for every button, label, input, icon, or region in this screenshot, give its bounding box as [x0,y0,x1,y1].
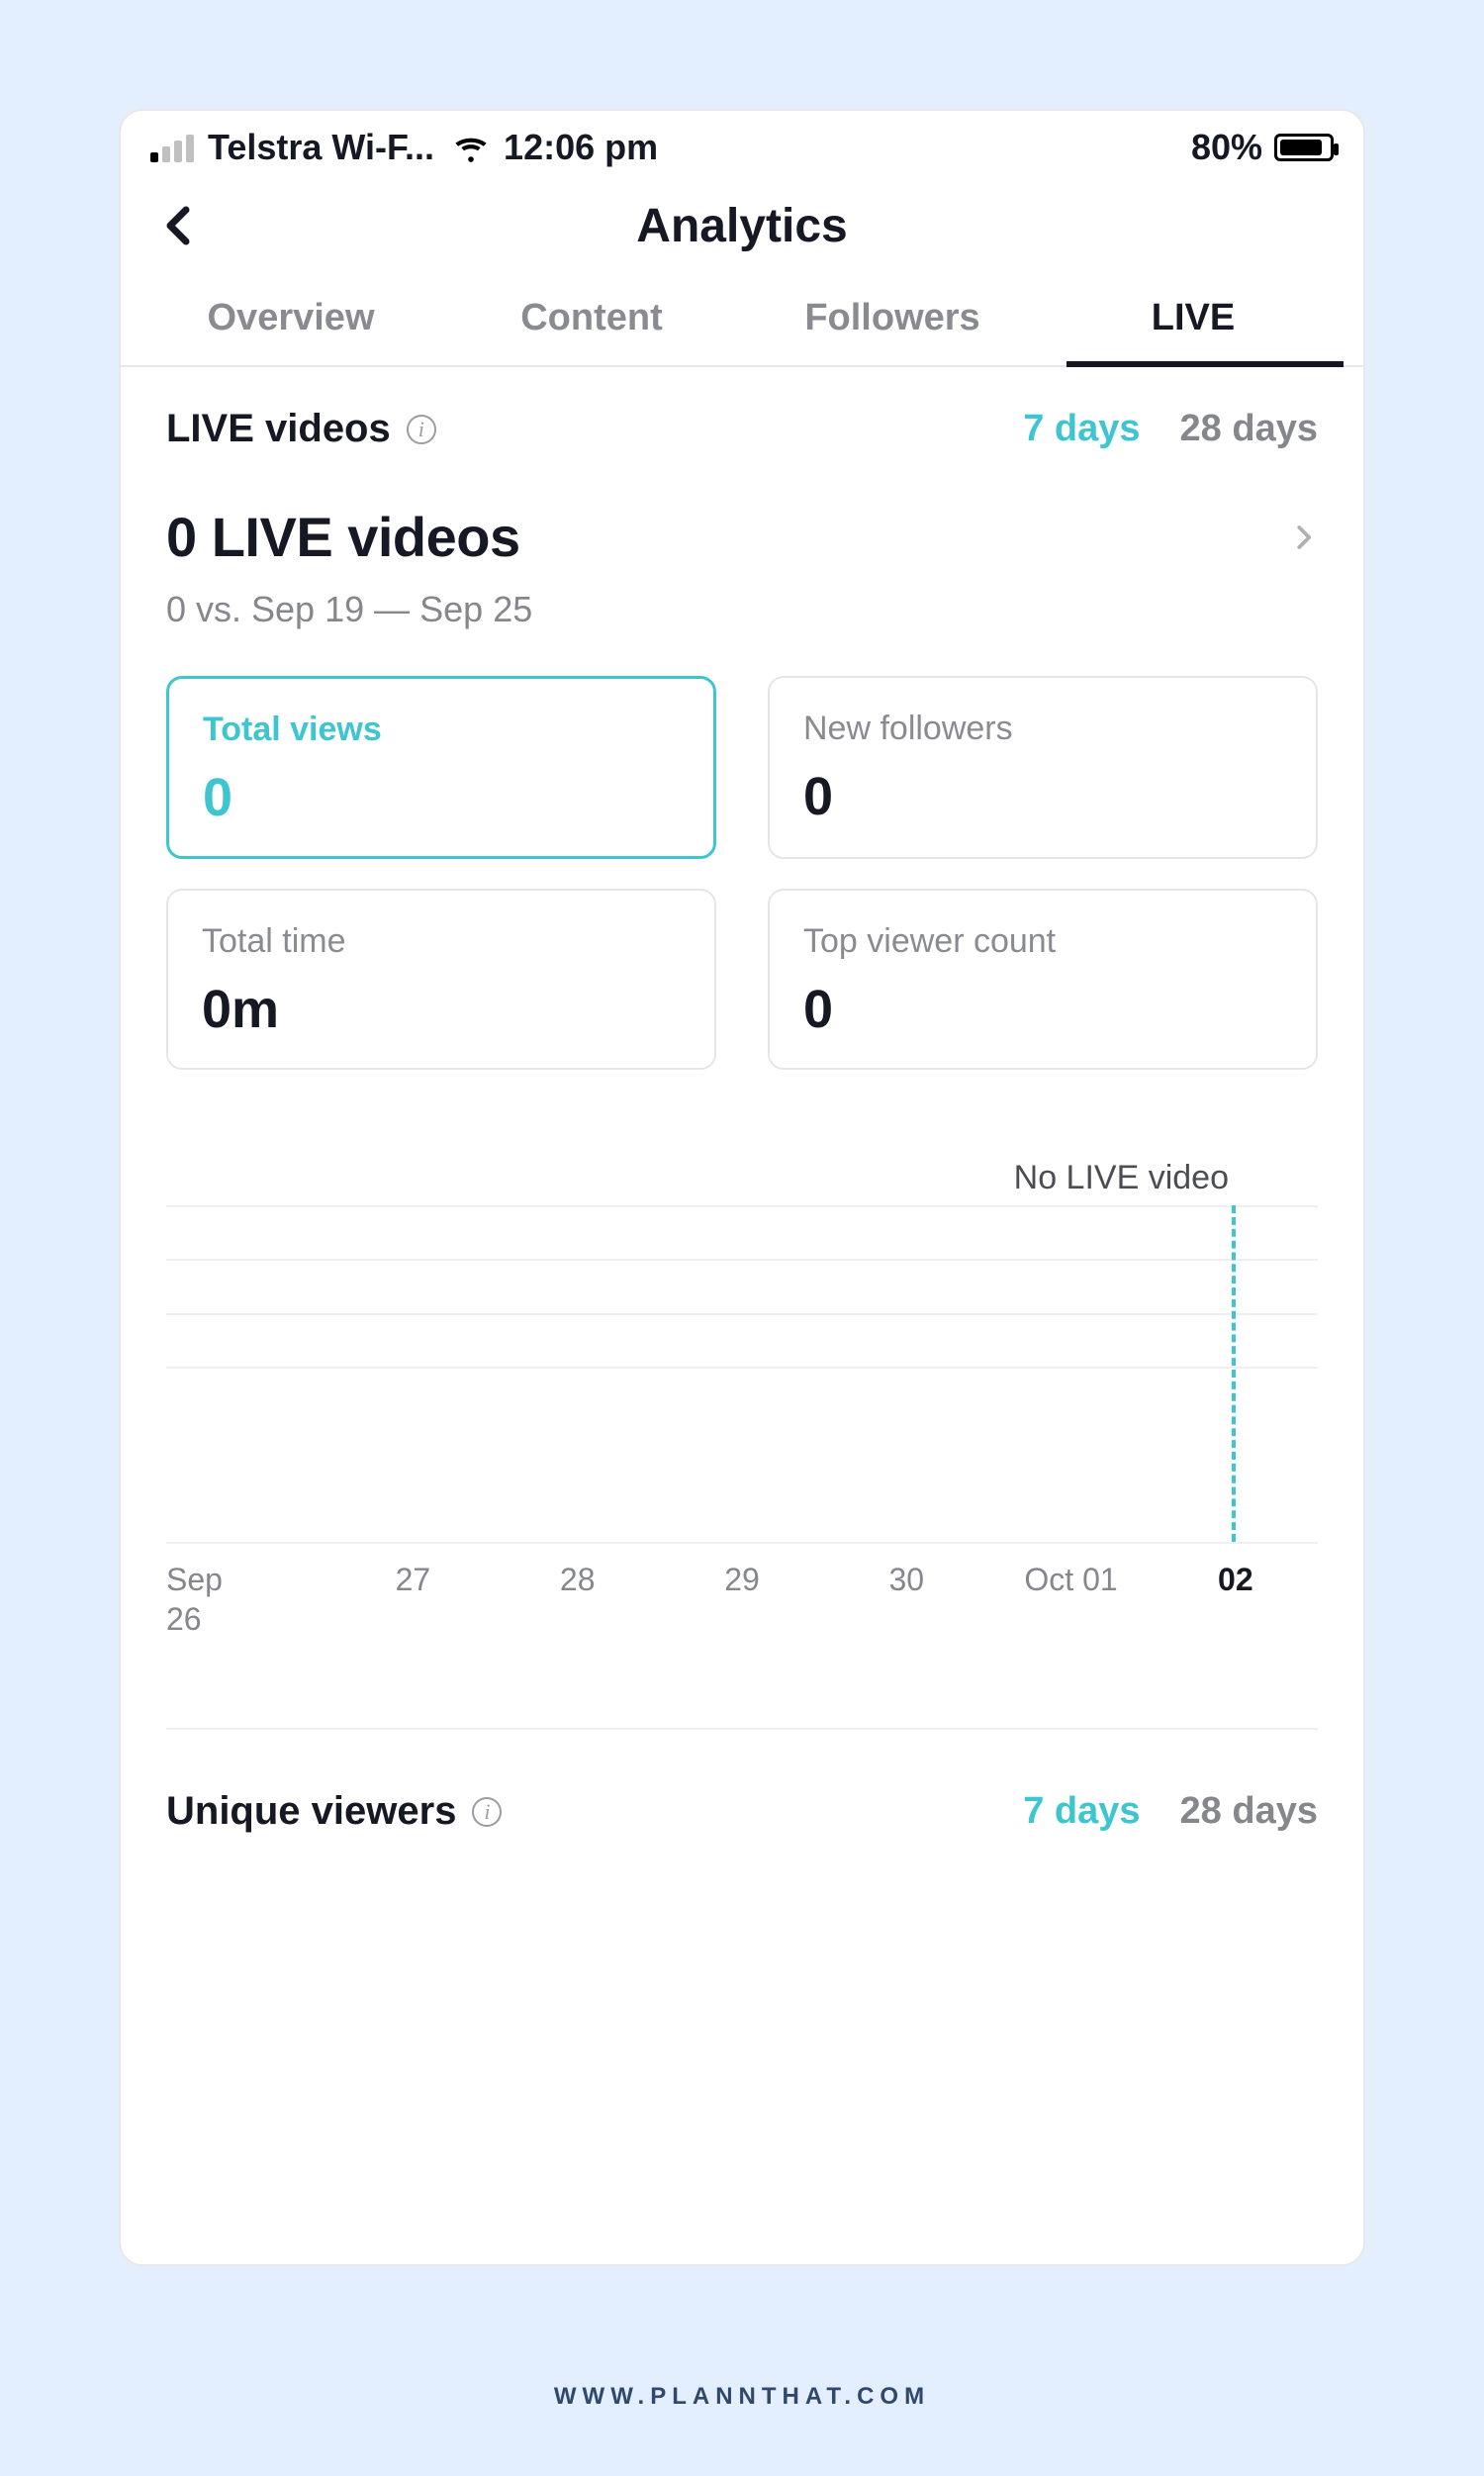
phone-frame: Telstra Wi-F... 12:06 pm 80% Analytics O… [119,109,1365,2266]
tabs: Overview Content Followers LIVE [121,275,1363,367]
live-headline-row[interactable]: 0 LIVE videos [166,505,1318,569]
range-toggle-live: 7 days 28 days [1023,408,1318,450]
battery-icon [1274,134,1334,161]
live-section-title: LIVE videos [166,407,391,451]
range-toggle-unique: 7 days 28 days [1023,1790,1318,1833]
wifi-icon [454,131,488,164]
live-compare-subline: 0 vs. Sep 19 — Sep 25 [166,589,1318,630]
card-value: 0 [803,766,1282,827]
status-bar: Telstra Wi-F... 12:06 pm 80% [121,111,1363,176]
nav-bar: Analytics [121,176,1363,275]
chart-wrap: No LIVE video Sep26 27 28 29 30 Oct 01 0… [166,1159,1318,1639]
content-area: LIVE videos i 7 days 28 days 0 LIVE vide… [121,367,1363,1834]
chart-highlight-line [1232,1205,1236,1542]
x-tick: Oct 01 [988,1560,1153,1639]
unique-section-header: Unique viewers i 7 days 28 days [166,1789,1318,1834]
tab-content[interactable]: Content [441,275,742,365]
card-title: New followers [803,710,1282,748]
clock-label: 12:06 pm [504,127,658,168]
range-28days[interactable]: 28 days [1180,1790,1318,1833]
x-tick: 27 [330,1560,495,1639]
back-button[interactable] [156,202,204,249]
range-7days[interactable]: 7 days [1023,408,1140,450]
x-tick: Sep26 [166,1560,330,1639]
tab-overview[interactable]: Overview [140,275,441,365]
signal-bars-icon [150,133,194,162]
card-top-viewer-count[interactable]: Top viewer count 0 [768,889,1318,1070]
x-tick: 30 [824,1560,988,1639]
range-7days[interactable]: 7 days [1023,1790,1140,1833]
info-icon[interactable]: i [407,415,436,444]
unique-section-title: Unique viewers [166,1789,456,1834]
page-title: Analytics [636,199,847,253]
footer-url: WWW.PLANNTHAT.COM [0,2383,1484,2411]
card-value: 0 [203,767,680,828]
tab-live[interactable]: LIVE [1043,275,1344,365]
live-section-header: LIVE videos i 7 days 28 days [166,407,1318,451]
info-icon[interactable]: i [472,1797,502,1827]
card-title: Total time [202,922,681,961]
live-headline: 0 LIVE videos [166,505,520,569]
chevron-right-icon [1288,523,1318,552]
section-divider [166,1728,1318,1730]
card-total-views[interactable]: Total views 0 [166,676,716,859]
card-new-followers[interactable]: New followers 0 [768,676,1318,859]
card-title: Top viewer count [803,922,1282,961]
chart-empty-note: No LIVE video [166,1159,1318,1197]
card-value: 0m [202,979,681,1040]
tab-followers[interactable]: Followers [742,275,1043,365]
range-28days[interactable]: 28 days [1180,408,1318,450]
stat-cards: Total views 0 New followers 0 Total time… [166,676,1318,1070]
card-total-time[interactable]: Total time 0m [166,889,716,1070]
chart-canvas[interactable] [166,1205,1318,1542]
battery-pct-label: 80% [1191,127,1262,168]
card-title: Total views [203,711,680,749]
x-tick-selected: 02 [1154,1560,1318,1639]
x-tick: 29 [660,1560,824,1639]
card-value: 0 [803,979,1282,1040]
carrier-label: Telstra Wi-F... [208,127,434,168]
chart-x-axis: Sep26 27 28 29 30 Oct 01 02 [166,1560,1318,1639]
x-tick: 28 [496,1560,660,1639]
